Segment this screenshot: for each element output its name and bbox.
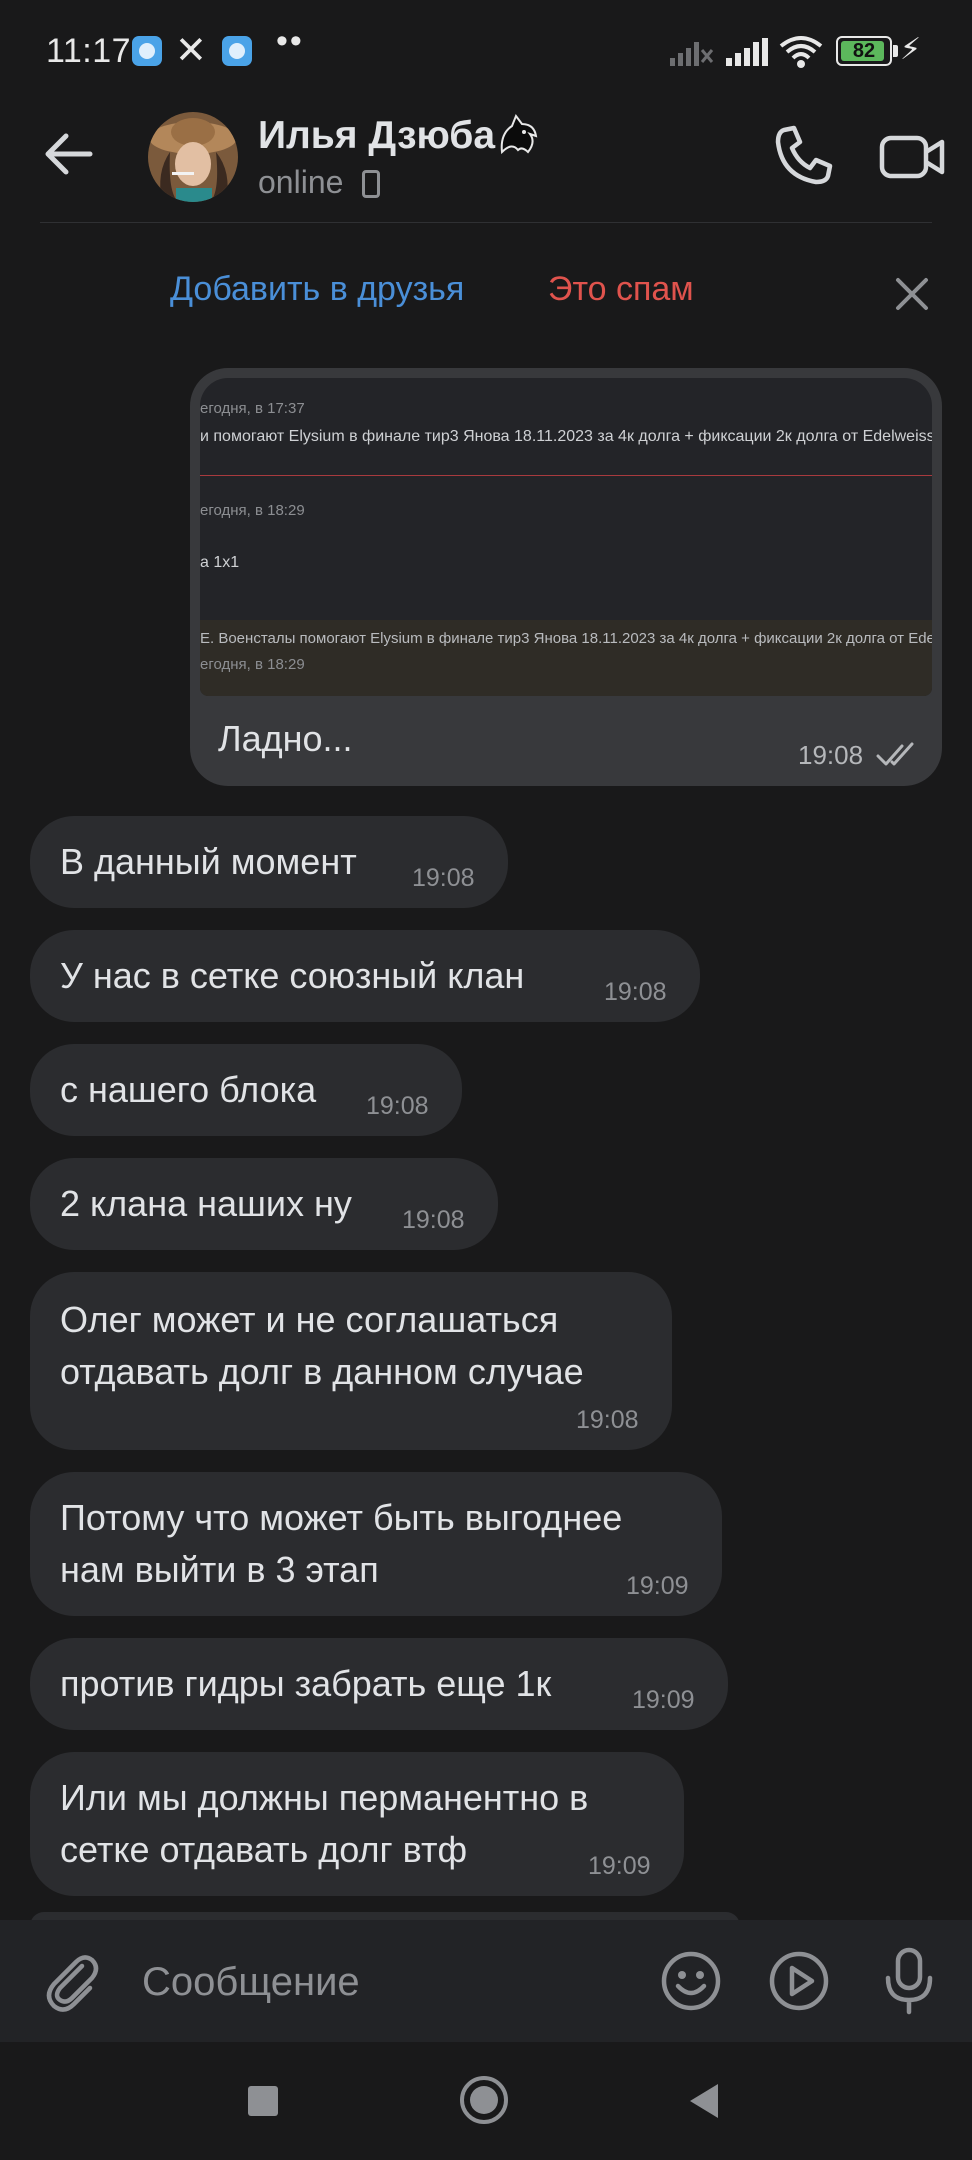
paperclip-icon[interactable] — [40, 1948, 106, 2014]
more-notifications-icon: •• — [276, 22, 304, 60]
video-message-icon[interactable] — [766, 1948, 832, 2014]
app-notification-icon — [222, 36, 252, 66]
incoming-message[interactable]: Олег может и не соглашаться отдавать дол… — [30, 1272, 672, 1450]
signal-icon — [726, 38, 768, 66]
chat-header: Илья Дзюба online — [0, 100, 972, 222]
battery-nub — [893, 45, 898, 57]
system-navigation-bar — [0, 2042, 972, 2160]
message-text: 2 клана наших ну — [60, 1183, 352, 1224]
message-text: Олег может и не соглашаться отдавать дол… — [60, 1299, 584, 1392]
incoming-message[interactable]: против гидры забрать еще 1к 19:09 — [30, 1638, 728, 1730]
attached-screenshot[interactable]: егодня, в 17:37 и помогают Elysium в фин… — [200, 378, 932, 696]
double-check-icon — [876, 742, 914, 766]
message-input[interactable]: Сообщение — [142, 1950, 622, 2014]
back-arrow-icon[interactable] — [38, 122, 102, 186]
message-text: Ладно... — [218, 718, 353, 759]
microphone-icon[interactable] — [876, 1946, 942, 2016]
message-time: 19:08 — [576, 1406, 639, 1434]
report-spam-button[interactable]: Это спам — [548, 270, 694, 309]
message-time: 19:08 — [366, 1092, 429, 1120]
message-text: Потому что может быть выгоднее нам выйти… — [60, 1497, 623, 1590]
wifi-icon — [779, 36, 823, 68]
home-button[interactable] — [460, 2076, 508, 2124]
friend-request-bar: Добавить в друзья Это спам — [0, 246, 972, 332]
message-composer: Сообщение — [0, 1920, 972, 2042]
message-time: 19:09 — [632, 1686, 695, 1714]
message-time: 19:09 — [626, 1572, 689, 1600]
screenshot-meta: егодня, в 18:29 — [200, 502, 305, 519]
nav-back-icon[interactable] — [686, 2082, 722, 2120]
message-time: 19:09 — [588, 1852, 651, 1880]
message-text: против гидры забрать еще 1к — [60, 1663, 552, 1704]
battery-level: 82 — [852, 40, 876, 62]
incoming-message[interactable]: Потому что может быть выгоднее нам выйти… — [30, 1472, 722, 1616]
incoming-message[interactable]: В данный момент 19:08 — [30, 816, 508, 908]
screenshot-meta: егодня, в 17:37 — [200, 400, 305, 417]
mobile-device-icon — [362, 170, 380, 198]
phone-call-icon[interactable] — [770, 120, 840, 190]
header-divider — [40, 222, 932, 223]
screenshot-meta: егодня, в 18:29 — [200, 656, 305, 673]
emoji-icon[interactable] — [658, 1948, 724, 2014]
contact-name[interactable]: Илья Дзюба — [258, 114, 495, 158]
battery-icon: 82 — [836, 36, 892, 66]
outgoing-message[interactable]: егодня, в 17:37 и помогают Elysium в фин… — [190, 368, 942, 786]
incoming-message[interactable]: с нашего блока 19:08 — [30, 1044, 462, 1136]
incoming-message[interactable]: Или мы должны перманентно в сетке отдава… — [30, 1752, 684, 1896]
message-time: 19:08 — [798, 740, 864, 770]
screenshot-text: а 1x1 — [200, 554, 240, 571]
message-time: 19:08 — [604, 978, 667, 1006]
app-notification-icon — [132, 36, 162, 66]
online-status: online — [258, 164, 344, 200]
screenshot-text: и помогают Elysium в финале тир3 Янова 1… — [200, 428, 932, 445]
incoming-message[interactable]: У нас в сетке союзный клан 19:08 — [30, 930, 700, 1022]
avatar[interactable] — [148, 112, 238, 202]
video-call-icon[interactable] — [878, 122, 948, 192]
message-text: Или мы должны перманентно в сетке отдава… — [60, 1777, 589, 1870]
chat-screen: 11:17 ✕ •• 82 ⚡ Илья Дзюба online Добави… — [0, 0, 972, 2160]
add-friend-button[interactable]: Добавить в друзья — [170, 270, 464, 309]
signal-no-sim-icon — [670, 42, 714, 66]
message-text: У нас в сетке союзный клан — [60, 955, 525, 996]
screenshot-text: E. Военсталы помогают Elysium в финале т… — [200, 630, 932, 647]
x-app-icon: ✕ — [175, 30, 207, 72]
message-time: 19:08 — [402, 1206, 465, 1234]
message-text: с нашего блока — [60, 1069, 317, 1110]
recents-button[interactable] — [248, 2086, 278, 2116]
team-spirit-badge-icon — [500, 113, 538, 155]
incoming-message[interactable]: 2 клана наших ну 19:08 — [30, 1158, 498, 1250]
status-time: 11:17 — [46, 32, 132, 70]
screenshot-divider — [200, 475, 932, 476]
charging-icon: ⚡ — [900, 33, 922, 66]
message-time: 19:08 — [412, 864, 475, 892]
message-text: В данный момент — [60, 841, 357, 882]
status-bar: 11:17 ✕ •• 82 ⚡ — [0, 0, 972, 100]
close-icon[interactable] — [890, 272, 934, 316]
